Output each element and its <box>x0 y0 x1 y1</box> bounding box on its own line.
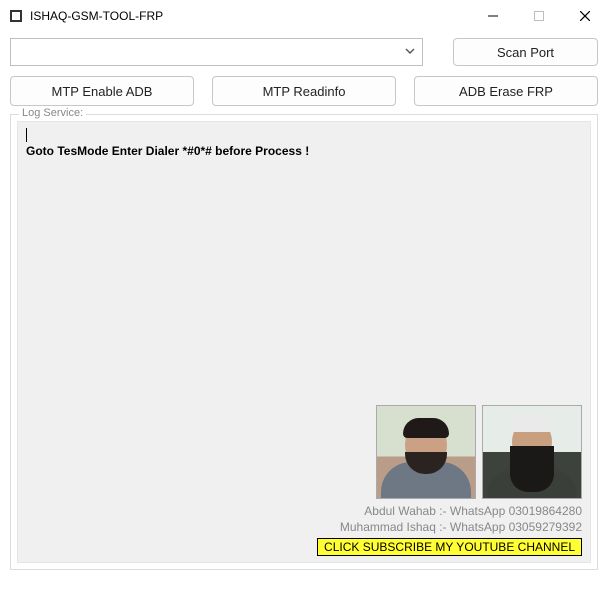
window-title: ISHAQ-GSM-TOOL-FRP <box>30 9 163 23</box>
author-photo-1 <box>376 405 476 499</box>
contact-line-2: Muhammad Ishaq :- WhatsApp 03059279392 <box>317 519 582 535</box>
top-row: Scan Port <box>10 38 598 66</box>
button-label: ADB Erase FRP <box>459 84 553 99</box>
maximize-button[interactable] <box>516 0 562 32</box>
adb-erase-frp-button[interactable]: ADB Erase FRP <box>414 76 598 106</box>
content-area: Scan Port MTP Enable ADB MTP Readinfo AD… <box>0 32 608 580</box>
photo-row <box>317 405 582 499</box>
contact-line-1: Abdul Wahab :- WhatsApp 03019864280 <box>317 503 582 519</box>
credits-panel: Abdul Wahab :- WhatsApp 03019864280 Muha… <box>317 405 582 556</box>
button-label: MTP Enable ADB <box>52 84 153 99</box>
subscribe-link[interactable]: CLICK SUBSCRIBE MY YOUTUBE CHANNEL <box>317 538 582 556</box>
button-label: Scan Port <box>497 45 554 60</box>
log-textarea[interactable]: Goto TesMode Enter Dialer *#0*# before P… <box>17 121 591 563</box>
titlebar: ISHAQ-GSM-TOOL-FRP <box>0 0 608 32</box>
text-cursor <box>26 128 27 142</box>
log-legend: Log Service: <box>19 107 86 119</box>
author-photo-2 <box>482 405 582 499</box>
action-row: MTP Enable ADB MTP Readinfo ADB Erase FR… <box>10 76 598 106</box>
scan-port-button[interactable]: Scan Port <box>453 38 598 66</box>
log-message: Goto TesMode Enter Dialer *#0*# before P… <box>26 144 582 158</box>
log-fieldset: Log Service: Goto TesMode Enter Dialer *… <box>10 114 598 570</box>
chevron-down-icon <box>404 45 416 60</box>
mtp-enable-adb-button[interactable]: MTP Enable ADB <box>10 76 194 106</box>
minimize-button[interactable] <box>470 0 516 32</box>
mtp-readinfo-button[interactable]: MTP Readinfo <box>212 76 396 106</box>
app-icon <box>8 8 24 24</box>
port-combobox[interactable] <box>10 38 423 66</box>
window-controls <box>470 0 608 32</box>
button-label: MTP Readinfo <box>263 84 346 99</box>
close-button[interactable] <box>562 0 608 32</box>
